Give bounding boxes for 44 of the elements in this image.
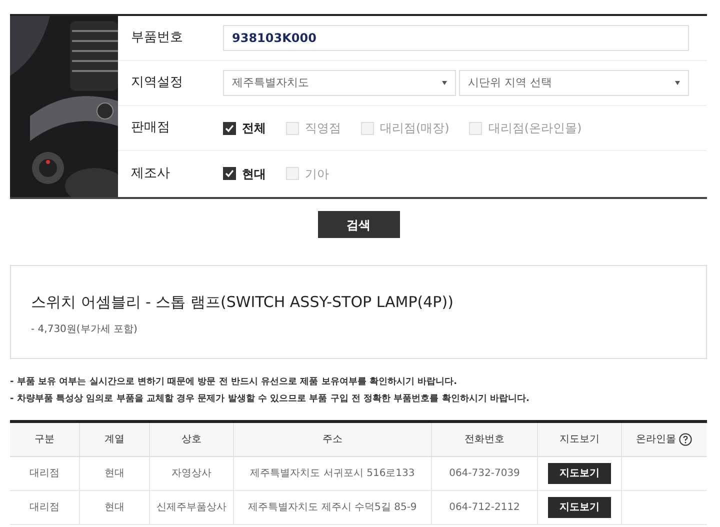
checkbox[interactable]	[223, 167, 236, 180]
table-cell-text: 제주특별자치도 제주시 수덕5길 85-9	[248, 501, 417, 515]
column-header: 계열	[104, 433, 124, 447]
dropdown-caret-icon	[442, 81, 447, 85]
checkbox-label: 대리점(온라인몰)	[488, 120, 582, 137]
table-cell-text: 신제주부품상사	[156, 501, 226, 515]
field-label: 지역설정	[130, 74, 184, 92]
field-label: 부품번호	[130, 29, 184, 48]
checkbox-label: 현대	[242, 166, 266, 182]
column-header: 주소	[322, 433, 342, 447]
column-header: 온라인몰	[636, 433, 676, 447]
checkbox-label: 기아	[305, 166, 329, 182]
map-button[interactable]: 지도보기	[548, 497, 611, 518]
checkbox-label: 직영점	[305, 120, 341, 137]
checkbox-label: 전체	[242, 120, 266, 137]
notice-text: - 차량부품 특성상 임의로 부품을 교체할 경우 문제가 발생할 수 있으므로 부품 구입 전 정확한 부품번호를 확인하시기 바랍니다.	[10, 392, 530, 406]
field-label: 판매점	[130, 119, 171, 138]
dropdown-caret-icon	[675, 81, 680, 85]
city-select[interactable]: 시단위 지역 선택	[459, 70, 689, 96]
table-cell-text: 현대	[104, 467, 124, 481]
table-cell-text: 제주특별자치도 서귀포시 516로133	[250, 467, 415, 481]
column-header: 전화번호	[464, 433, 504, 447]
table-cell-text: 대리점	[30, 467, 60, 481]
check-icon	[225, 169, 234, 178]
check-icon	[225, 124, 234, 132]
column-header: 상호	[182, 433, 202, 447]
column-header: 구분	[34, 433, 54, 447]
notice-text: - 부품 보유 여부는 실시간으로 변하기 때문에 방문 전 반드시 유선으로 제품 보유여부를 확인하시기 바랍니다.	[10, 376, 458, 389]
help-icon[interactable]	[679, 433, 692, 446]
search-button[interactable]: 검색	[318, 211, 400, 238]
part-number-field[interactable]: 938103K000	[223, 25, 689, 51]
product-name: 스위치 어셈블리 - 스톱 램프(SWITCH ASSY-STOP LAMP(4P))	[31, 292, 454, 313]
province-select[interactable]: 제주특별자치도	[223, 70, 456, 96]
checkbox[interactable]	[223, 122, 236, 134]
product-price: - 4,730원(부가세 포함)	[31, 322, 138, 336]
table-cell-text: 064-712-2112	[449, 501, 520, 515]
column-header: 지도보기	[560, 433, 600, 447]
table-cell-text: 자영상사	[172, 467, 212, 481]
table-cell-text: 현대	[104, 501, 124, 515]
table-cell-text: 064-732-7039	[449, 467, 520, 481]
table-cell-text: 대리점	[30, 501, 60, 515]
map-button[interactable]: 지도보기	[548, 463, 611, 484]
field-label: 제조사	[130, 164, 171, 183]
checkbox-label: 대리점(매장)	[380, 120, 450, 137]
